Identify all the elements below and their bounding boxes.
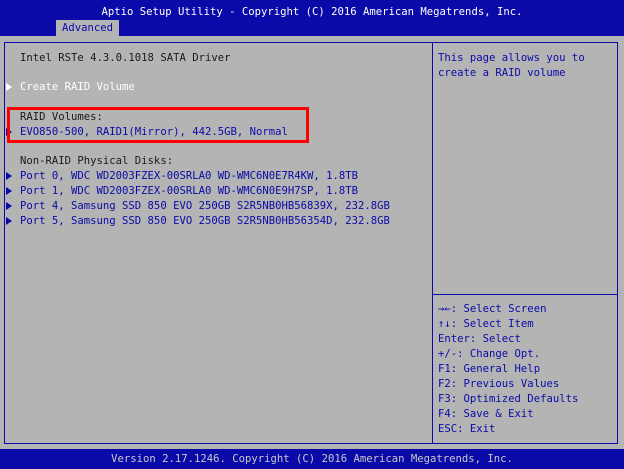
disk-arrow-icon (6, 172, 12, 180)
key-action: Select Item (463, 318, 534, 330)
key-legend-f2: F2: Previous Values (438, 377, 559, 392)
footer-version: Version 2.17.1246. Copyright (C) 2016 Am… (111, 453, 513, 465)
key-legend-f4: F4: Save & Exit (438, 407, 534, 422)
help-text-line: This page allows you to (438, 52, 585, 64)
key-action: Optimized Defaults (463, 393, 579, 405)
key-action: Previous Values (463, 378, 560, 390)
key-label: F4: (438, 408, 458, 420)
key-label: F1: (438, 363, 458, 375)
key-label: F3: (438, 393, 458, 405)
create-raid-volume-item[interactable]: Create RAID Volume (20, 80, 135, 94)
disk-arrow-icon (6, 187, 12, 195)
disk-item-port5[interactable]: Port 5, Samsung SSD 850 EVO 250GB S2R5NB… (20, 214, 390, 228)
key-label: ↑↓: (438, 318, 458, 330)
key-label: F2: (438, 378, 458, 390)
disk-item-port0[interactable]: Port 0, WDC WD2003FZEX-00SRLA0 WD-WMC6N0… (20, 169, 358, 183)
create-raid-arrow-icon (6, 83, 12, 91)
key-legend-change-opt: +/-: Change Opt. (438, 347, 540, 362)
key-legend-f1: F1: General Help (438, 362, 540, 377)
help-divider (433, 294, 618, 295)
key-action: Exit (469, 423, 496, 435)
panel-divider (432, 42, 433, 444)
key-legend-select-item: ↑↓: Select Item (438, 317, 534, 332)
key-action: Change Opt. (469, 348, 541, 360)
key-action: Save & Exit (463, 408, 534, 420)
key-label: Enter: (438, 333, 477, 345)
key-legend-select-screen: →←: Select Screen (438, 302, 546, 317)
non-raid-heading: Non-RAID Physical Disks: (20, 155, 174, 167)
driver-title: Intel RSTe 4.3.0.1018 SATA Driver (20, 52, 231, 64)
key-label: +/-: (438, 348, 464, 360)
key-legend-enter: Enter: Select (438, 332, 521, 347)
key-legend-f3: F3: Optimized Defaults (438, 392, 578, 407)
disk-arrow-icon (6, 217, 12, 225)
help-text-line: create a RAID volume (438, 67, 566, 79)
key-label: ESC: (438, 423, 464, 435)
app-title: Aptio Setup Utility - Copyright (C) 2016… (101, 6, 523, 18)
key-action: Select (482, 333, 521, 345)
disk-arrow-icon (6, 202, 12, 210)
key-label: →←: (438, 303, 458, 315)
key-action: General Help (463, 363, 541, 375)
disk-item-port1[interactable]: Port 1, WDC WD2003FZEX-00SRLA0 WD-WMC6N0… (20, 184, 358, 198)
annotation-highlight-box (7, 107, 309, 143)
tab-advanced[interactable]: Advanced (56, 20, 120, 36)
disk-item-port4[interactable]: Port 4, Samsung SSD 850 EVO 250GB S2R5NB… (20, 199, 390, 213)
key-action: Select Screen (463, 303, 547, 315)
key-legend-esc: ESC: Exit (438, 422, 495, 437)
